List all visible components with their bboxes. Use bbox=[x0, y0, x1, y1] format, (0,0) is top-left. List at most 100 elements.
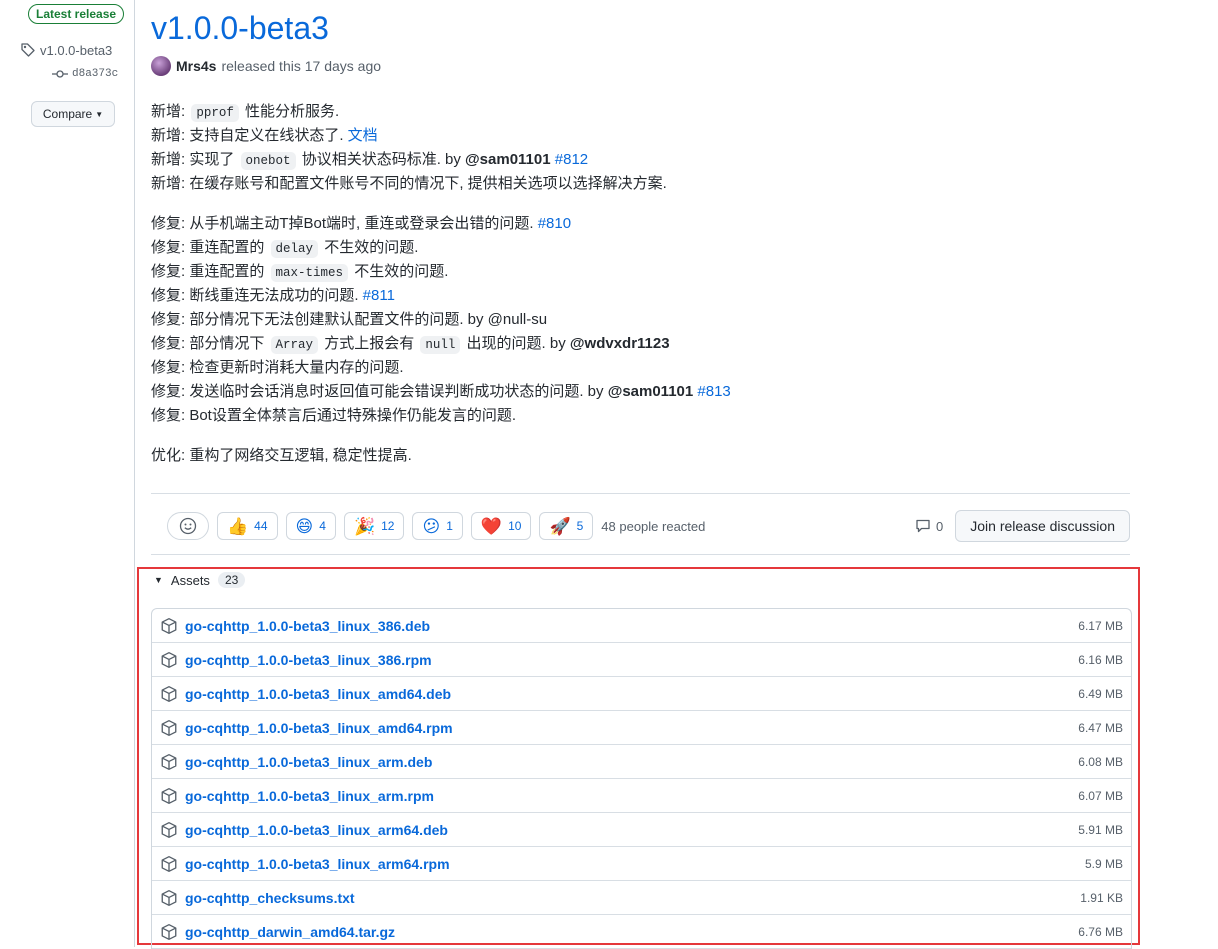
confused-icon: 😕 bbox=[422, 516, 441, 536]
package-icon bbox=[161, 651, 177, 668]
note-line: 修复: 重连配置的 max-times 不生效的问题. bbox=[151, 263, 449, 282]
assets-title: Assets bbox=[170, 572, 210, 588]
asset-row: go-cqhttp_1.0.0-beta3_linux_arm.rpm 6.07 … bbox=[152, 779, 1131, 813]
comment-count-value: 0 bbox=[936, 518, 944, 534]
asset-download-link[interactable]: go-cqhttp_1.0.0-beta3_linux_amd64.rpm bbox=[185, 720, 1078, 736]
latest-release-badge: Latest release bbox=[28, 4, 125, 24]
asset-download-link[interactable]: go-cqhttp_1.0.0-beta3_linux_arm64.rpm bbox=[185, 856, 1085, 872]
note-line: 优化: 重构了网络交互逻辑, 稳定性提高. bbox=[151, 447, 412, 464]
rocket-icon: 🚀 bbox=[549, 516, 571, 536]
add-reaction-button[interactable] bbox=[167, 512, 209, 540]
release-author-row: Mrs4s released this 17 days ago bbox=[151, 56, 381, 76]
notes-optimized: 优化: 重构了网络交互逻辑, 稳定性提高. bbox=[151, 444, 731, 468]
asset-download-link[interactable]: go-cqhttp_1.0.0-beta3_linux_arm.deb bbox=[185, 754, 1078, 770]
asset-download-link[interactable]: go-cqhttp_darwin_amd64.tar.gz bbox=[185, 924, 1078, 940]
user-mention[interactable]: @wdvxdr1123 bbox=[570, 335, 670, 352]
docs-link[interactable]: 文档 bbox=[348, 127, 378, 144]
reaction-count: 4 bbox=[319, 519, 326, 533]
asset-row: go-cqhttp_1.0.0-beta3_linux_386.deb 6.17 … bbox=[152, 609, 1131, 643]
commit-hash[interactable]: d8a373c bbox=[72, 68, 118, 80]
asset-row: go-cqhttp_1.0.0-beta3_linux_arm64.deb 5.9… bbox=[152, 813, 1131, 847]
asset-size: 6.49 MB bbox=[1078, 686, 1123, 701]
user-mention[interactable]: @sam01101 bbox=[608, 383, 694, 400]
asset-row: go-cqhttp_1.0.0-beta3_linux_amd64.rpm 6.4… bbox=[152, 711, 1131, 745]
asset-row: go-cqhttp_checksums.txt 1.91 KB bbox=[152, 881, 1131, 915]
join-discussion-button[interactable]: Join release discussion bbox=[955, 510, 1130, 542]
reaction-count: 44 bbox=[254, 519, 268, 533]
package-icon bbox=[161, 685, 177, 702]
thumbs-up-icon: 👍 bbox=[227, 516, 249, 536]
note-line: 修复: 重连配置的 delay 不生效的问题. bbox=[151, 239, 419, 258]
assets-header[interactable]: ▼ Assets 23 bbox=[154, 572, 246, 588]
release-time: released this 17 days ago bbox=[221, 58, 382, 74]
issue-link[interactable]: #812 bbox=[555, 151, 588, 168]
compare-button[interactable]: Compare ▼ bbox=[31, 101, 115, 127]
smiley-icon bbox=[179, 517, 197, 535]
discussion-area: 0 Join release discussion bbox=[915, 510, 1130, 542]
asset-download-link[interactable]: go-cqhttp_1.0.0-beta3_linux_arm.rpm bbox=[185, 788, 1078, 804]
user-mention[interactable]: @sam01101 bbox=[465, 151, 551, 168]
reaction-heart[interactable]: ❤️ 10 bbox=[470, 512, 532, 540]
package-icon bbox=[161, 923, 177, 940]
reaction-rocket[interactable]: 🚀 5 bbox=[539, 512, 594, 540]
asset-row: go-cqhttp_1.0.0-beta3_linux_arm.deb 6.08 … bbox=[152, 745, 1131, 779]
asset-row: go-cqhttp_darwin_amd64.tar.gz 6.76 MB bbox=[152, 915, 1131, 949]
heart-icon: ❤️ bbox=[480, 516, 503, 536]
reaction-laugh[interactable]: 😄 4 bbox=[285, 512, 336, 540]
reaction-hooray[interactable]: 🎉 12 bbox=[343, 512, 405, 540]
reaction-thumbs-up[interactable]: 👍 44 bbox=[217, 512, 278, 540]
package-icon bbox=[161, 787, 177, 804]
notes-added: 新增: pprof 性能分析服务. 新增: 支持自定义在线状态了. 文档 新增:… bbox=[151, 100, 731, 196]
note-line: 修复: 部分情况下 Array 方式上报会有 null 出现的问题. by @w… bbox=[151, 335, 670, 354]
issue-link[interactable]: #811 bbox=[363, 287, 395, 304]
release-notes: 新增: pprof 性能分析服务. 新增: 支持自定义在线状态了. 文档 新增:… bbox=[151, 100, 731, 484]
code-inline: Array bbox=[270, 336, 319, 354]
reaction-confused[interactable]: 😕 1 bbox=[412, 512, 463, 540]
note-line: 新增: pprof 性能分析服务. bbox=[151, 103, 340, 122]
asset-size: 6.07 MB bbox=[1078, 788, 1123, 803]
asset-size: 5.91 MB bbox=[1078, 822, 1123, 837]
asset-row: go-cqhttp_1.0.0-beta3_linux_amd64.deb 6.4… bbox=[152, 677, 1131, 711]
note-line: 修复: 发送临时会话消息时返回值可能会错误判断成功状态的问题. by @sam0… bbox=[151, 383, 731, 400]
commit-icon bbox=[52, 70, 68, 78]
note-line: 新增: 在缓存账号和配置文件账号不同的情况下, 提供相关选项以选择解决方案. bbox=[151, 175, 667, 192]
asset-download-link[interactable]: go-cqhttp_1.0.0-beta3_linux_amd64.deb bbox=[185, 686, 1078, 702]
note-line: 新增: 支持自定义在线状态了. 文档 bbox=[151, 127, 378, 144]
package-icon bbox=[161, 855, 177, 872]
note-line: 修复: 断线重连无法成功的问题. #811 bbox=[151, 287, 395, 304]
reactions-summary: 48 people reacted bbox=[601, 518, 706, 534]
package-icon bbox=[161, 617, 177, 634]
commit-link[interactable]: d8a373c bbox=[52, 68, 118, 80]
assets-count-badge: 23 bbox=[217, 572, 246, 588]
tag-name[interactable]: v1.0.0-beta3 bbox=[40, 43, 112, 58]
package-icon bbox=[161, 889, 177, 906]
asset-size: 5.9 MB bbox=[1084, 856, 1123, 871]
asset-row: go-cqhttp_1.0.0-beta3_linux_arm64.rpm 5.9… bbox=[152, 847, 1131, 881]
issue-link[interactable]: #810 bbox=[538, 215, 571, 232]
code-inline: pprof bbox=[191, 104, 239, 122]
comment-icon bbox=[916, 519, 930, 533]
reaction-count: 5 bbox=[576, 519, 584, 533]
author-name[interactable]: Mrs4s bbox=[176, 58, 216, 74]
triangle-down-icon: ▼ bbox=[154, 575, 163, 585]
asset-size: 6.47 MB bbox=[1078, 720, 1123, 735]
laugh-icon: 😄 bbox=[295, 516, 314, 536]
tag-link[interactable]: v1.0.0-beta3 bbox=[20, 42, 112, 58]
code-inline: delay bbox=[270, 240, 319, 258]
asset-download-link[interactable]: go-cqhttp_1.0.0-beta3_linux_386.deb bbox=[185, 618, 1078, 634]
code-inline: null bbox=[420, 336, 461, 354]
asset-download-link[interactable]: go-cqhttp_checksums.txt bbox=[185, 890, 1080, 906]
package-icon bbox=[161, 719, 177, 736]
note-line: 新增: 实现了 onebot 协议相关状态码标准. by @sam01101 #… bbox=[151, 151, 589, 170]
caret-down-icon: ▼ bbox=[95, 109, 104, 119]
divider bbox=[151, 554, 1130, 555]
issue-link[interactable]: #813 bbox=[697, 383, 730, 400]
release-title[interactable]: v1.0.0-beta3 bbox=[151, 8, 329, 48]
party-popper-icon: 🎉 bbox=[353, 516, 376, 536]
avatar[interactable] bbox=[151, 56, 171, 76]
code-inline: max-times bbox=[270, 264, 349, 282]
code-inline: onebot bbox=[240, 152, 296, 170]
asset-download-link[interactable]: go-cqhttp_1.0.0-beta3_linux_386.rpm bbox=[185, 652, 1078, 668]
asset-download-link[interactable]: go-cqhttp_1.0.0-beta3_linux_arm64.deb bbox=[185, 822, 1078, 838]
comment-count[interactable]: 0 bbox=[915, 518, 943, 534]
